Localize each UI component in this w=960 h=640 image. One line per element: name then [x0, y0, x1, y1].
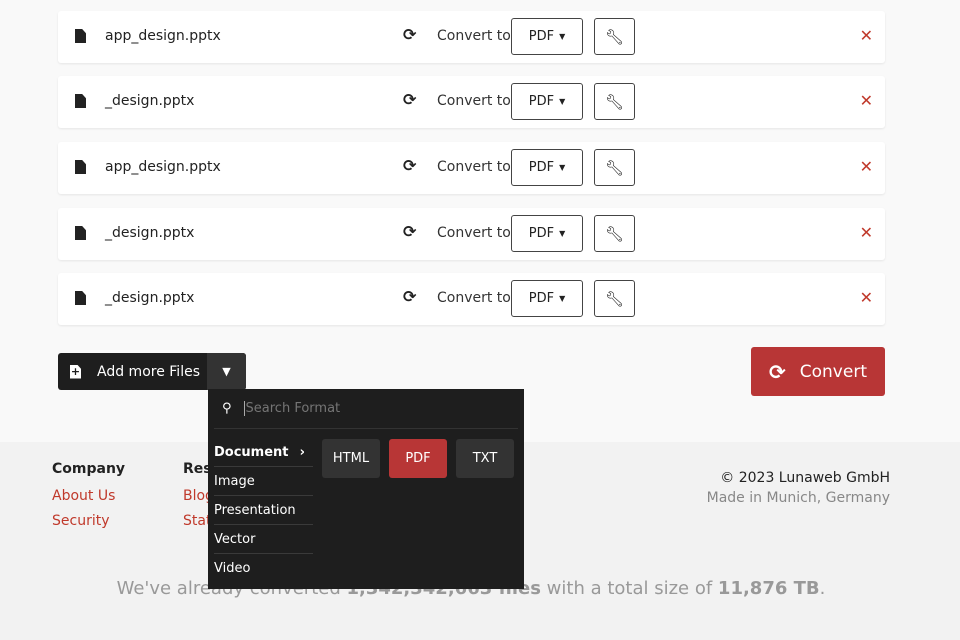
search-icon: ⚲ [222, 401, 232, 416]
chevron-down-icon: ▼ [559, 294, 566, 303]
chevron-down-icon: ▼ [559, 97, 566, 106]
file-icon [75, 94, 86, 108]
file-row: _design.pptx ⟳ Convert to PDF ▼ 🔧︎ ✕ [58, 273, 885, 325]
file-name: _design.pptx [105, 225, 195, 241]
remove-file-button[interactable]: ✕ [860, 26, 873, 45]
file-icon [75, 226, 86, 240]
stats-middle: with a total size of [540, 578, 718, 599]
sync-icon: ⟳ [403, 222, 417, 241]
remove-file-button[interactable]: ✕ [860, 91, 873, 110]
format-option-html[interactable]: HTML [322, 439, 380, 478]
format-select[interactable]: PDF ▼ [511, 18, 583, 55]
file-name: _design.pptx [105, 93, 195, 109]
remove-file-button[interactable]: ✕ [860, 223, 873, 242]
format-dropdown: ⚲ Document›ImagePresentationVectorVideo … [208, 389, 524, 589]
file-row: _design.pptx ⟳ Convert to PDF ▼ 🔧︎ ✕ [58, 208, 885, 260]
sync-icon: ⟳ [403, 156, 417, 175]
wrench-icon: 🔧︎ [604, 92, 625, 111]
format-value: PDF [528, 160, 555, 175]
format-category-document[interactable]: Document › [214, 438, 313, 467]
convert-label: Convert [799, 361, 867, 382]
convert-to-label: Convert to [437, 290, 511, 306]
remove-file-button[interactable]: ✕ [860, 157, 873, 176]
chevron-down-icon: ▼ [222, 365, 231, 378]
file-row: app_design.pptx ⟳ Convert to PDF ▼ 🔧︎ ✕ [58, 11, 885, 63]
format-search[interactable]: ⚲ [214, 389, 518, 429]
format-value: PDF [528, 226, 555, 241]
wrench-icon: 🔧︎ [604, 289, 625, 308]
format-select[interactable]: PDF ▼ [511, 83, 583, 120]
format-option-pdf[interactable]: PDF [389, 439, 447, 478]
copyright: © 2023 Lunaweb GmbH [720, 470, 890, 486]
file-icon [75, 291, 86, 305]
convert-button[interactable]: ⟳ Convert [751, 347, 885, 396]
format-category-image[interactable]: Image [214, 467, 313, 496]
file-row: app_design.pptx ⟳ Convert to PDF ▼ 🔧︎ ✕ [58, 142, 885, 194]
format-value: PDF [528, 94, 555, 109]
file-icon [75, 29, 86, 43]
convert-to-label: Convert to [437, 225, 511, 241]
sync-icon: ⟳ [403, 90, 417, 109]
wrench-icon: 🔧︎ [604, 224, 625, 243]
file-name: app_design.pptx [105, 28, 221, 44]
wrench-icon: 🔧︎ [604, 158, 625, 177]
format-category-vector[interactable]: Vector [214, 525, 313, 554]
sync-icon: ⟳ [403, 25, 417, 44]
category-label: Presentation [214, 502, 296, 518]
file-row: _design.pptx ⟳ Convert to PDF ▼ 🔧︎ ✕ [58, 76, 885, 128]
about-us-link[interactable]: About Us [52, 488, 115, 504]
security-link[interactable]: Security [52, 513, 110, 529]
convert-to-label: Convert to [437, 93, 511, 109]
add-more-files-button[interactable]: + Add more Files ▼ [58, 353, 246, 390]
convert-to-label: Convert to [437, 28, 511, 44]
wrench-icon: 🔧︎ [604, 27, 625, 46]
category-label: Vector [214, 531, 256, 547]
stats-size: 11,876 TB [717, 578, 820, 599]
stats-suffix: . [819, 578, 826, 599]
chevron-down-icon: ▼ [559, 229, 566, 238]
settings-wrench-button[interactable]: 🔧︎ [594, 83, 635, 120]
settings-wrench-button[interactable]: 🔧︎ [594, 215, 635, 252]
category-label: Document [214, 444, 289, 460]
format-value: PDF [528, 29, 555, 44]
format-select[interactable]: PDF ▼ [511, 149, 583, 186]
sync-icon: ⟳ [403, 287, 417, 306]
remove-file-button[interactable]: ✕ [860, 288, 873, 307]
chevron-right-icon: › [299, 444, 305, 460]
file-plus-icon: + [70, 364, 81, 379]
category-label: Video [214, 561, 251, 576]
format-category-video[interactable]: Video [214, 554, 313, 583]
sync-icon: ⟳ [769, 359, 786, 384]
format-option-txt[interactable]: TXT [456, 439, 514, 478]
format-value: PDF [528, 291, 555, 306]
format-select[interactable]: PDF ▼ [511, 280, 583, 317]
made-in: Made in Munich, Germany [706, 490, 890, 506]
add-files-label: Add more Files [97, 363, 200, 380]
chevron-down-icon: ▼ [559, 163, 566, 172]
format-category-presentation[interactable]: Presentation [214, 496, 313, 525]
settings-wrench-button[interactable]: 🔧︎ [594, 280, 635, 317]
format-search-input[interactable] [243, 401, 484, 416]
chevron-down-icon: ▼ [559, 32, 566, 41]
company-heading: Company [52, 461, 126, 477]
add-files-dropdown-toggle[interactable]: ▼ [207, 353, 246, 390]
file-name: app_design.pptx [105, 159, 221, 175]
convert-to-label: Convert to [437, 159, 511, 175]
format-select[interactable]: PDF ▼ [511, 215, 583, 252]
category-label: Image [214, 473, 255, 489]
settings-wrench-button[interactable]: 🔧︎ [594, 149, 635, 186]
file-name: _design.pptx [105, 290, 195, 306]
settings-wrench-button[interactable]: 🔧︎ [594, 18, 635, 55]
file-icon [75, 160, 86, 174]
